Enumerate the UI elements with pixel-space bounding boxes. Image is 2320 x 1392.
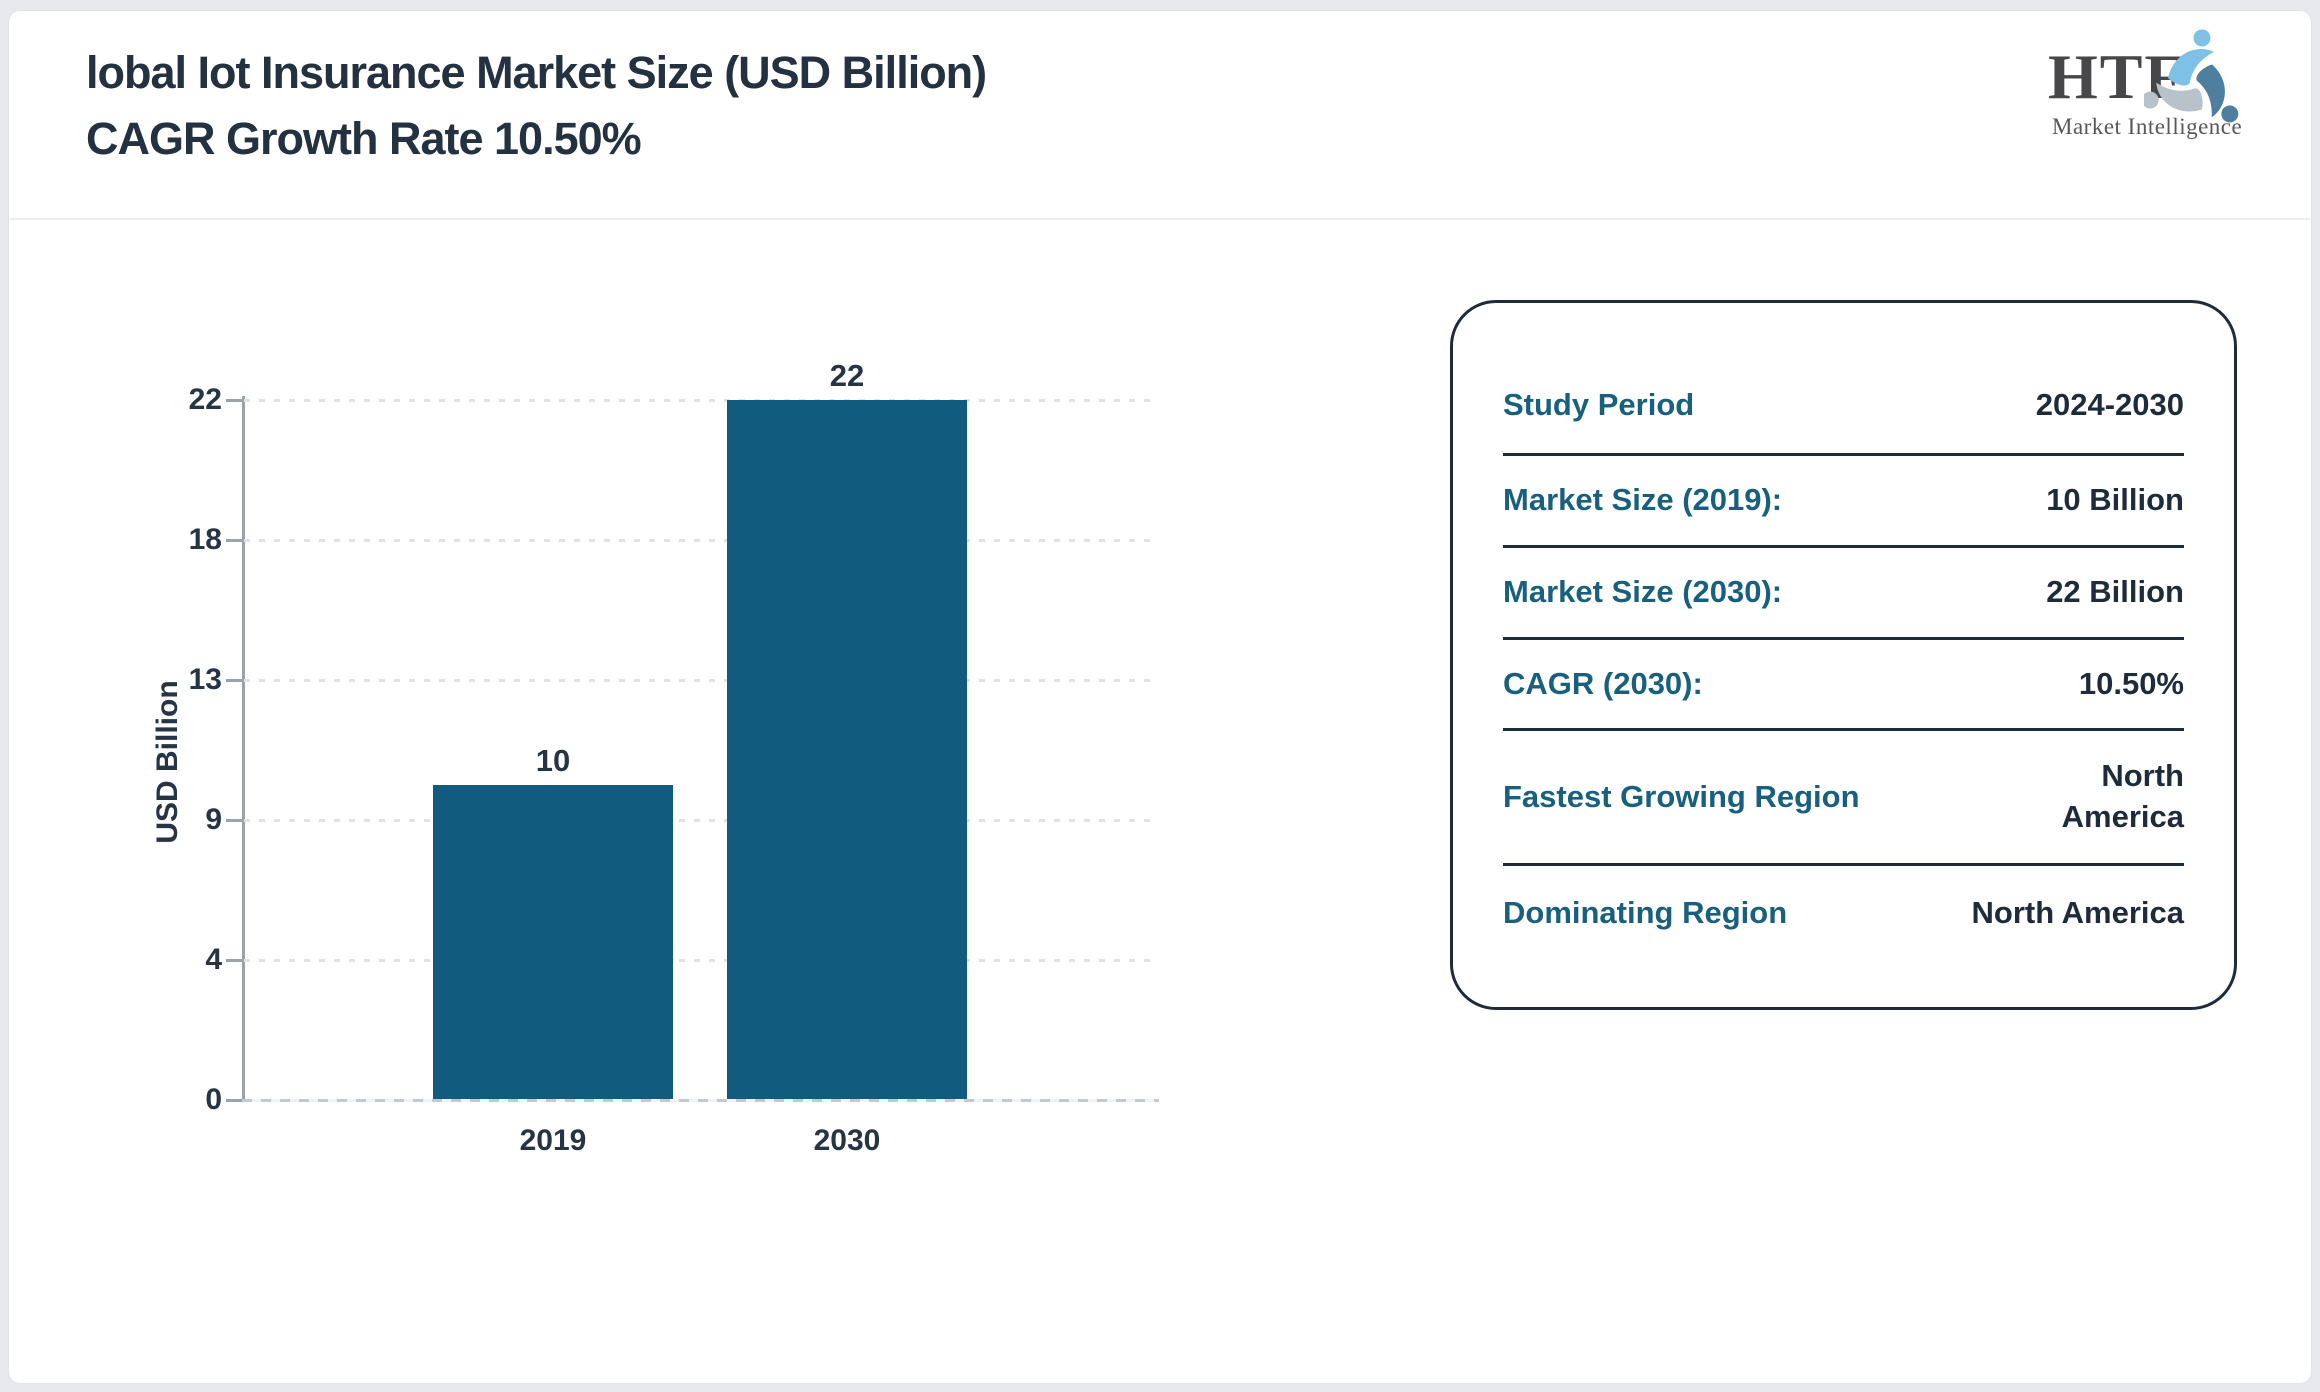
gridline (244, 819, 1157, 822)
bar-value-label: 22 (829, 358, 865, 393)
htf-logo-subtext: Market Intelligence (2052, 114, 2243, 139)
info-row-value: 2024-2030 (2035, 387, 2184, 423)
info-row-label: Study Period (1503, 387, 1695, 423)
bar-value-label: 10 (535, 743, 571, 778)
header-divider (9, 218, 2311, 220)
y-axis-line (242, 396, 245, 1102)
x-axis-baseline (242, 1099, 1159, 1102)
htf-logo: HTF Market Intelligence (2048, 26, 2248, 146)
info-row-value: 10.50% (2078, 665, 2184, 701)
y-tick-label: 9 (205, 803, 222, 836)
info-row: Dominating Region North America (1503, 866, 2184, 960)
infographic-canvas: lobal Iot Insurance Market Size (USD Bil… (0, 0, 2320, 1392)
y-tick-mark (226, 399, 242, 402)
y-tick-label: 13 (188, 663, 222, 696)
y-tick-label: 22 (188, 383, 222, 416)
y-tick-label: 4 (205, 943, 222, 976)
info-row-label: Fastest Growing Region (1503, 778, 1860, 814)
info-row-label: Market Size (2030): (1503, 574, 1783, 610)
people-swirl-icon (2144, 29, 2239, 123)
info-row: Market Size (2030): 22 Billion (1503, 548, 2184, 640)
x-tick-label: 2019 (519, 1124, 587, 1157)
info-row: Fastest Growing Region North America (1503, 731, 2184, 866)
y-tick-label: 0 (205, 1083, 222, 1116)
gridline (244, 959, 1157, 962)
page-title-line1: lobal Iot Insurance Market Size (USD Bil… (86, 47, 987, 98)
y-tick-mark (226, 819, 242, 822)
y-tick-label: 18 (188, 523, 222, 556)
bar-2019 (433, 785, 673, 1100)
info-row-label: Market Size (2019): (1503, 482, 1783, 518)
y-tick-mark (226, 679, 242, 682)
gridline (244, 679, 1157, 682)
info-row: Study Period 2024-2030 (1503, 358, 2184, 456)
page-title-line2: CAGR Growth Rate 10.50% (86, 113, 642, 164)
y-tick-mark (226, 959, 242, 962)
y-tick-mark (226, 539, 242, 542)
info-row-label: Dominating Region (1503, 894, 1788, 930)
info-row-value: North America (1971, 894, 2184, 930)
info-row-value: 10 Billion (2046, 482, 2184, 518)
gridline (244, 539, 1157, 542)
y-tick-mark (226, 1099, 242, 1102)
market-summary-card: Study Period 2024-2030 Market Size (2019):… (1450, 300, 2237, 1010)
info-row: CAGR (2030): 10.50% (1503, 640, 2184, 731)
page-title: lobal Iot Insurance Market Size (USD Bil… (86, 40, 987, 172)
x-tick-label: 2030 (813, 1124, 881, 1157)
gridline (244, 399, 1157, 402)
info-row-value: North America (2061, 758, 2184, 834)
info-row-label: CAGR (2030): (1503, 665, 1703, 701)
info-row: Market Size (2019): 10 Billion (1503, 456, 2184, 548)
info-row-value: 22 Billion (2046, 574, 2184, 610)
bar-2030 (727, 400, 967, 1100)
